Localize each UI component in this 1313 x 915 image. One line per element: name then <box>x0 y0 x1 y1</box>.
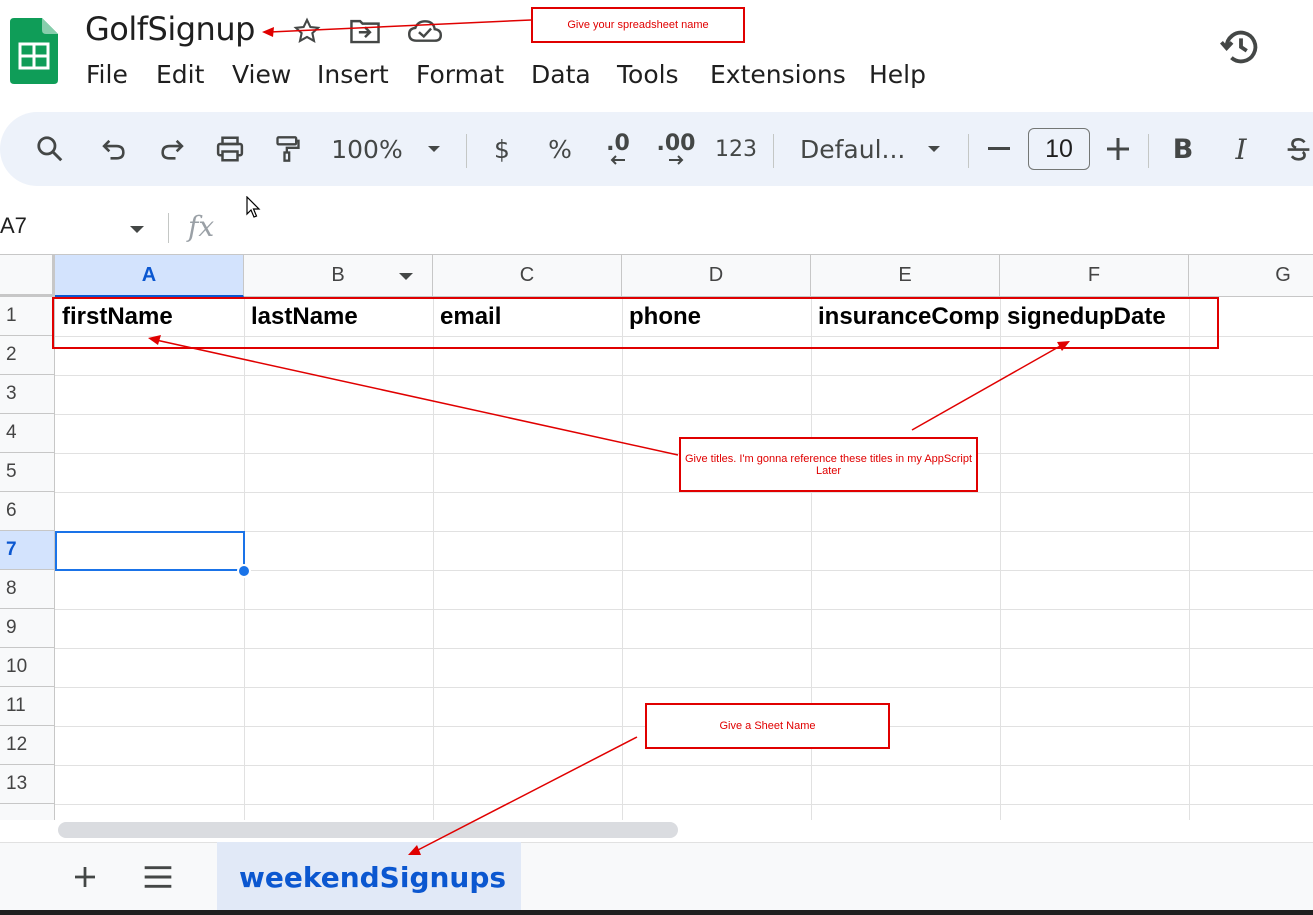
menu-extensions[interactable]: Extensions <box>710 60 846 89</box>
menu-edit[interactable]: Edit <box>156 60 204 89</box>
annotation-titles: Give titles. I'm gonna reference these t… <box>679 437 978 492</box>
row-header-1[interactable]: 1 <box>0 297 55 336</box>
menu-data[interactable]: Data <box>531 60 591 89</box>
star-icon[interactable] <box>290 14 324 48</box>
annotation-spreadsheet-name: Give your spreadsheet name <box>531 7 745 43</box>
decrease-decimal-label: .0 <box>606 131 630 156</box>
cell-e1[interactable]: insuranceComp <box>812 297 1000 336</box>
cell-f1[interactable]: signedupDate <box>1001 297 1189 336</box>
zoom-dropdown-icon[interactable] <box>420 112 448 186</box>
column-header-f[interactable]: F <box>1000 255 1189 297</box>
arrowhead-title <box>262 27 274 37</box>
percent-format-button[interactable]: % <box>544 112 576 186</box>
row-header-4[interactable]: 4 <box>0 414 55 453</box>
menu-format[interactable]: Format <box>416 60 504 89</box>
column-header-a[interactable]: A <box>55 255 244 297</box>
arrow-right-icon <box>669 155 684 165</box>
document-title[interactable]: GolfSignup <box>85 10 255 48</box>
increase-decimal-button[interactable]: .00 <box>656 112 696 186</box>
menu-file[interactable]: File <box>86 60 128 89</box>
row-header-12[interactable]: 12 <box>0 726 55 765</box>
column-header-b[interactable]: B <box>244 255 433 297</box>
column-header-d[interactable]: D <box>622 255 811 297</box>
selected-cell-a7[interactable] <box>55 531 245 571</box>
menu-insert[interactable]: Insert <box>317 60 389 89</box>
toolbar: 100% $ % .0 .00 123 Defaul... 10 B I <box>0 112 1313 186</box>
font-select[interactable]: Defaul... <box>800 112 905 186</box>
menu-view[interactable]: View <box>232 60 291 89</box>
row-header-9[interactable]: 9 <box>0 609 55 648</box>
redo-icon[interactable] <box>152 112 192 186</box>
decrease-font-size-icon[interactable] <box>984 112 1014 186</box>
currency-format-button[interactable]: $ <box>488 112 516 186</box>
fx-icon: fx <box>188 210 215 243</box>
horizontal-scrollbar[interactable] <box>58 822 678 838</box>
column-header-g[interactable]: G <box>1189 255 1313 297</box>
sheet-tab-label: weekendSignups <box>239 860 507 894</box>
row-header-5[interactable]: 5 <box>0 453 55 492</box>
row-header-3[interactable]: 3 <box>0 375 55 414</box>
add-sheet-icon[interactable] <box>70 862 100 897</box>
more-formats-button[interactable]: 123 <box>715 112 757 186</box>
menu-tools[interactable]: Tools <box>617 60 679 89</box>
increase-font-size-icon[interactable] <box>1103 112 1133 186</box>
sheet-bar <box>0 842 1313 915</box>
cell-d1[interactable]: phone <box>623 297 811 336</box>
zoom-select[interactable]: 100% <box>328 112 406 186</box>
formula-bar-divider <box>168 213 169 243</box>
version-history-icon[interactable] <box>1218 24 1264 70</box>
search-icon[interactable] <box>30 112 70 186</box>
print-icon[interactable] <box>210 112 250 186</box>
bold-button[interactable]: B <box>1168 112 1198 186</box>
menu-help[interactable]: Help <box>869 60 926 89</box>
font-dropdown-icon[interactable] <box>920 112 948 186</box>
os-taskbar <box>0 910 1313 915</box>
cell-c1[interactable]: email <box>434 297 622 336</box>
arrow-left-icon <box>610 155 625 165</box>
fill-handle[interactable] <box>237 564 251 578</box>
all-sheets-menu-icon[interactable] <box>142 862 174 897</box>
row-header-10[interactable]: 10 <box>0 648 55 687</box>
cloud-saved-icon[interactable] <box>408 14 442 48</box>
annotation-sheet-name: Give a Sheet Name <box>645 703 890 749</box>
undo-icon[interactable] <box>94 112 134 186</box>
font-size-input[interactable]: 10 <box>1028 128 1090 170</box>
row-header-8[interactable]: 8 <box>0 570 55 609</box>
cell-b1[interactable]: lastName <box>245 297 433 336</box>
row-header-2[interactable]: 2 <box>0 336 55 375</box>
strikethrough-icon[interactable] <box>1284 112 1313 186</box>
row-header-13[interactable]: 13 <box>0 765 55 804</box>
name-box[interactable]: A7 <box>0 213 27 239</box>
column-header-b-label: B <box>331 264 345 286</box>
paint-format-icon[interactable] <box>268 112 308 186</box>
mouse-cursor-icon <box>246 195 262 225</box>
cell-a1[interactable]: firstName <box>56 297 244 336</box>
column-header-c[interactable]: C <box>433 255 622 297</box>
name-box-dropdown-icon[interactable] <box>128 222 146 240</box>
row-header-7[interactable]: 7 <box>0 531 55 570</box>
row-header-6[interactable]: 6 <box>0 492 55 531</box>
sheets-logo-icon[interactable] <box>10 18 58 84</box>
column-menu-dropdown-icon[interactable] <box>398 272 414 282</box>
select-all-corner[interactable] <box>0 255 55 297</box>
decrease-decimal-button[interactable]: .0 <box>598 112 638 186</box>
sheet-tab-active[interactable]: weekendSignups <box>217 842 521 912</box>
increase-decimal-label: .00 <box>656 131 696 156</box>
move-folder-icon[interactable] <box>348 14 382 48</box>
row-header-14[interactable] <box>0 804 55 820</box>
column-header-e[interactable]: E <box>811 255 1000 297</box>
row-header-11[interactable]: 11 <box>0 687 55 726</box>
italic-button[interactable]: I <box>1226 112 1256 186</box>
